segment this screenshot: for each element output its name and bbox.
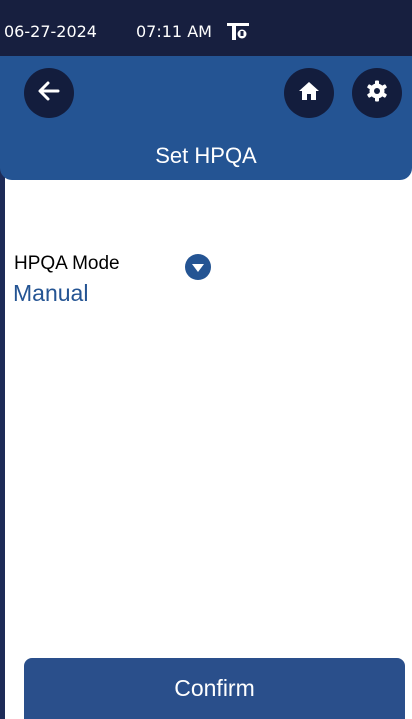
page-header: Set HPQA — [0, 56, 412, 180]
hpqa-mode-value[interactable]: Manual — [13, 279, 88, 307]
home-icon — [297, 79, 321, 107]
status-bar: 06-27-2024 07:11 AM — [0, 0, 412, 56]
settings-button[interactable] — [352, 68, 402, 118]
chevron-down-icon — [191, 258, 205, 277]
hpqa-mode-dropdown-button[interactable] — [185, 254, 211, 280]
tower-signal-icon — [226, 21, 250, 41]
back-button[interactable] — [24, 68, 74, 118]
gear-icon — [365, 79, 389, 107]
confirm-button[interactable]: Confirm — [24, 658, 405, 719]
home-button[interactable] — [284, 68, 334, 118]
status-time: 07:11 AM — [136, 22, 212, 41]
hpqa-mode-label: HPQA Mode — [14, 253, 120, 274]
status-date: 06-27-2024 — [4, 22, 97, 41]
set-hpqa-screen: 06-27-2024 07:11 AM Set HPQA HPQA Mode M… — [0, 0, 412, 719]
arrow-left-icon — [37, 79, 61, 107]
page-title: Set HPQA — [155, 143, 257, 168]
